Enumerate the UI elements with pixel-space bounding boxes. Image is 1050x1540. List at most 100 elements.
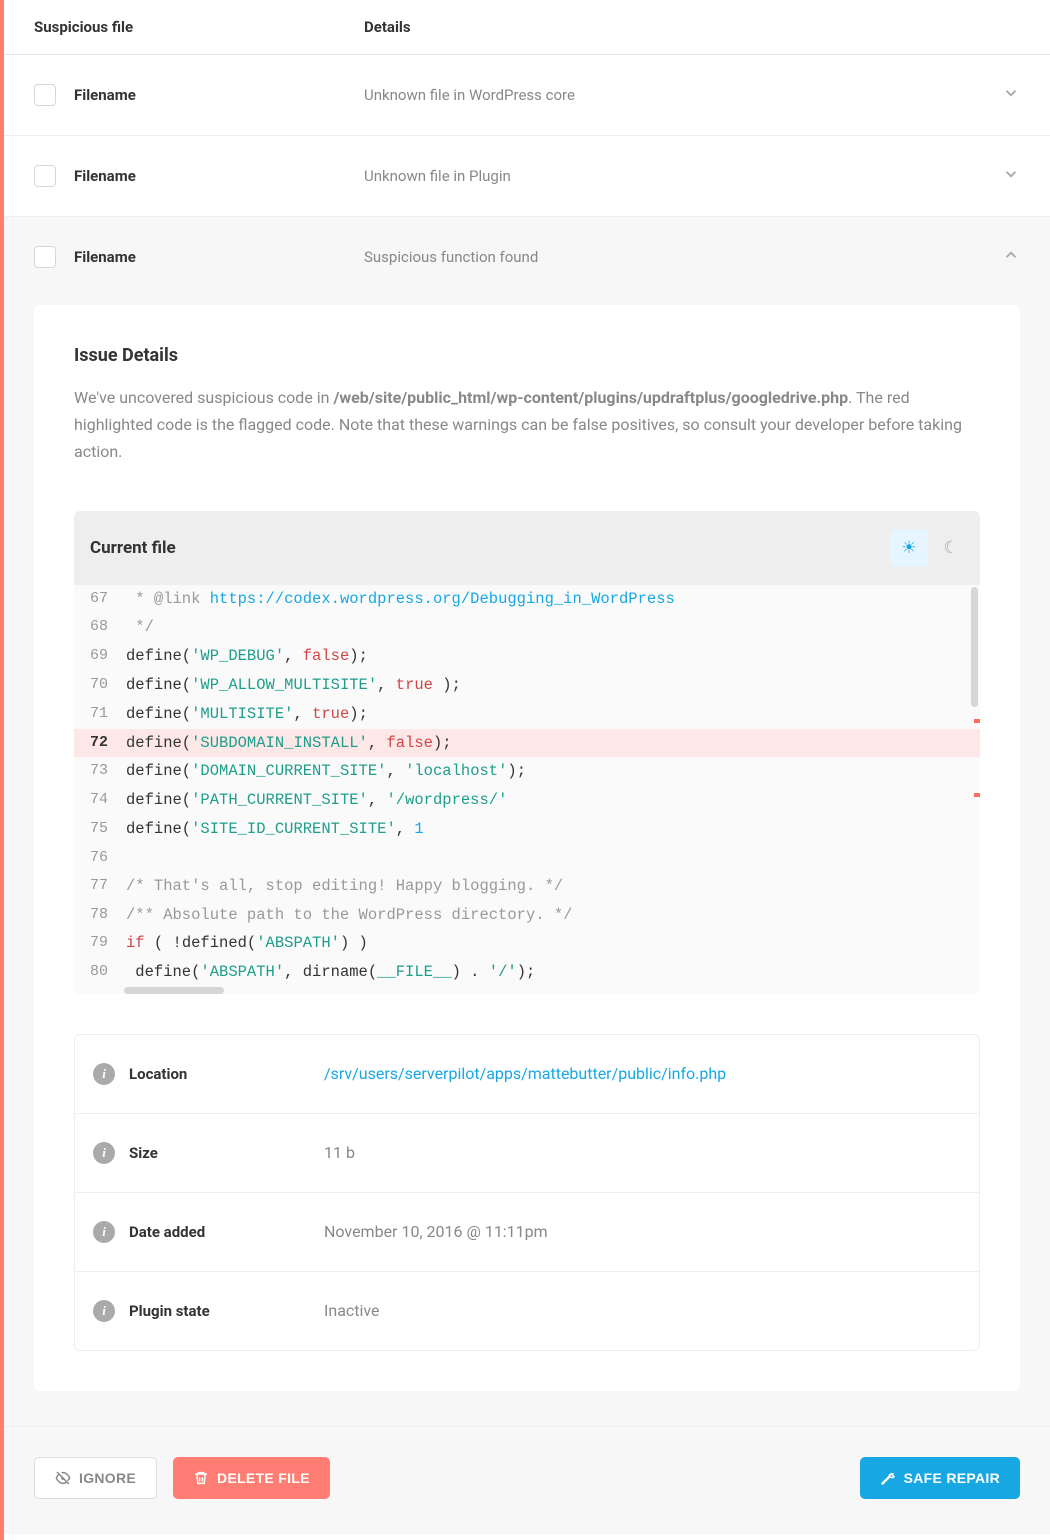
- chevron-down-icon: [1002, 83, 1020, 107]
- code-line: 77/* That's all, stop editing! Happy blo…: [74, 872, 980, 901]
- row-filename-label: Filename: [74, 248, 364, 266]
- line-number: 67: [74, 585, 118, 614]
- code-line: 72define('SUBDOMAIN_INSTALL', false);: [74, 729, 980, 758]
- code-line: 74define('PATH_CURRENT_SITE', '/wordpres…: [74, 786, 980, 815]
- theme-light-button[interactable]: ☀: [890, 529, 928, 567]
- line-number: 73: [74, 757, 118, 786]
- info-icon: i: [93, 1221, 115, 1243]
- issue-details-description: We've uncovered suspicious code in /web/…: [74, 384, 980, 466]
- meta-row: i Date addedNovember 10, 2016 @ 11:11pm: [75, 1193, 979, 1272]
- issue-card: Issue Details We've uncovered suspicious…: [34, 305, 1020, 1391]
- code-content: */: [118, 613, 980, 642]
- theme-dark-button[interactable]: ☾: [932, 529, 970, 567]
- meta-value: November 10, 2016 @ 11:11pm: [324, 1222, 548, 1241]
- safe-repair-button[interactable]: SAFE REPAIR: [860, 1457, 1020, 1499]
- current-file-label: Current file: [90, 538, 176, 558]
- vertical-scrollbar[interactable]: [971, 587, 978, 707]
- table-header: Suspicious file Details: [4, 0, 1050, 55]
- horizontal-scrollbar[interactable]: [124, 987, 224, 994]
- code-line: 69define('WP_DEBUG', false);: [74, 642, 980, 671]
- row-checkbox[interactable]: [34, 84, 56, 106]
- trash-icon: [193, 1470, 209, 1486]
- wrench-icon: [880, 1470, 896, 1486]
- line-number: 74: [74, 786, 118, 815]
- row-filename-label: Filename: [74, 86, 364, 104]
- code-line: 73define('DOMAIN_CURRENT_SITE', 'localho…: [74, 757, 980, 786]
- code-line: 70define('WP_ALLOW_MULTISITE', true );: [74, 671, 980, 700]
- header-suspicious-file: Suspicious file: [34, 18, 364, 36]
- info-icon: i: [93, 1300, 115, 1322]
- header-details: Details: [364, 18, 1020, 36]
- code-line: 68 */: [74, 613, 980, 642]
- meta-label: Plugin state: [129, 1302, 324, 1320]
- code-content: [118, 844, 980, 872]
- delete-file-button[interactable]: DELETE FILE: [173, 1457, 330, 1499]
- meta-label: Size: [129, 1144, 324, 1162]
- code-line: 71define('MULTISITE', true);: [74, 700, 980, 729]
- meta-label: Date added: [129, 1223, 324, 1241]
- horizontal-scrollbar-track[interactable]: [74, 987, 980, 994]
- line-number: 79: [74, 929, 118, 958]
- ignore-button[interactable]: IGNORE: [34, 1457, 157, 1499]
- line-number: 72: [74, 729, 118, 758]
- chevron-up-icon: [1002, 245, 1020, 269]
- code-content: /** Absolute path to the WordPress direc…: [118, 901, 980, 930]
- code-line: 80 define('ABSPATH', dirname(__FILE__) .…: [74, 958, 980, 987]
- row-detail: Unknown file in Plugin: [364, 167, 1002, 185]
- line-number: 70: [74, 671, 118, 700]
- meta-row: i Location/srv/users/serverpilot/apps/mat…: [75, 1035, 979, 1114]
- code-content: if ( !defined('ABSPATH') ): [118, 929, 980, 958]
- meta-row: i Plugin stateInactive: [75, 1272, 979, 1350]
- meta-label: Location: [129, 1065, 324, 1083]
- line-number: 76: [74, 844, 118, 872]
- code-content: define('SITE_ID_CURRENT_SITE', 1: [118, 815, 980, 844]
- info-icon: i: [93, 1142, 115, 1164]
- code-content: define('DOMAIN_CURRENT_SITE', 'localhost…: [118, 757, 980, 786]
- code-line: 78/** Absolute path to the WordPress dir…: [74, 901, 980, 930]
- code-header: Current file ☀ ☾: [74, 511, 980, 585]
- chevron-down-icon: [1002, 164, 1020, 188]
- code-content: define('PATH_CURRENT_SITE', '/wordpress/…: [118, 786, 980, 815]
- line-number: 78: [74, 901, 118, 930]
- meta-row: i Size11 b: [75, 1114, 979, 1193]
- info-icon: i: [93, 1063, 115, 1085]
- code-content: * @link https://codex.wordpress.org/Debu…: [118, 585, 980, 614]
- file-row[interactable]: FilenameUnknown file in Plugin: [4, 136, 1050, 217]
- code-content: define('WP_DEBUG', false);: [118, 642, 980, 671]
- line-number: 77: [74, 872, 118, 901]
- file-meta-table: i Location/srv/users/serverpilot/apps/mat…: [74, 1034, 980, 1351]
- expanded-panel: Issue Details We've uncovered suspicious…: [4, 297, 1050, 1427]
- flag-marker: [974, 793, 980, 797]
- line-number: 69: [74, 642, 118, 671]
- row-detail: Suspicious function found: [364, 248, 1002, 266]
- line-number: 68: [74, 613, 118, 642]
- action-bar: IGNORE DELETE FILE SAFE REPAIR: [4, 1427, 1050, 1534]
- sun-icon: ☀: [901, 538, 916, 558]
- code-line: 75define('SITE_ID_CURRENT_SITE', 1: [74, 815, 980, 844]
- file-row[interactable]: FilenameSuspicious function found: [4, 217, 1050, 297]
- code-line: 79if ( !defined('ABSPATH') ): [74, 929, 980, 958]
- issue-details-title: Issue Details: [74, 345, 980, 366]
- code-line: 67 * @link https://codex.wordpress.org/D…: [74, 585, 980, 614]
- code-content: define('ABSPATH', dirname(__FILE__) . '/…: [118, 958, 980, 987]
- meta-value: Inactive: [324, 1301, 380, 1320]
- meta-value[interactable]: /srv/users/serverpilot/apps/mattebutter/…: [324, 1064, 726, 1083]
- suspicious-file-path: /web/site/public_html/wp-content/plugins…: [333, 388, 848, 407]
- line-number: 75: [74, 815, 118, 844]
- row-checkbox[interactable]: [34, 246, 56, 268]
- meta-value: 11 b: [324, 1143, 355, 1162]
- moon-icon: ☾: [943, 538, 958, 558]
- code-content: define('MULTISITE', true);: [118, 700, 980, 729]
- flag-marker: [974, 719, 980, 723]
- file-row[interactable]: FilenameUnknown file in WordPress core: [4, 55, 1050, 136]
- code-line: 76: [74, 844, 980, 872]
- row-filename-label: Filename: [74, 167, 364, 185]
- line-number: 71: [74, 700, 118, 729]
- code-content: /* That's all, stop editing! Happy blogg…: [118, 872, 980, 901]
- row-checkbox[interactable]: [34, 165, 56, 187]
- code-content: define('WP_ALLOW_MULTISITE', true );: [118, 671, 980, 700]
- line-number: 80: [74, 958, 118, 987]
- code-viewer[interactable]: 67 * @link https://codex.wordpress.org/D…: [74, 585, 980, 987]
- row-detail: Unknown file in WordPress core: [364, 86, 1002, 104]
- eye-off-icon: [55, 1470, 71, 1486]
